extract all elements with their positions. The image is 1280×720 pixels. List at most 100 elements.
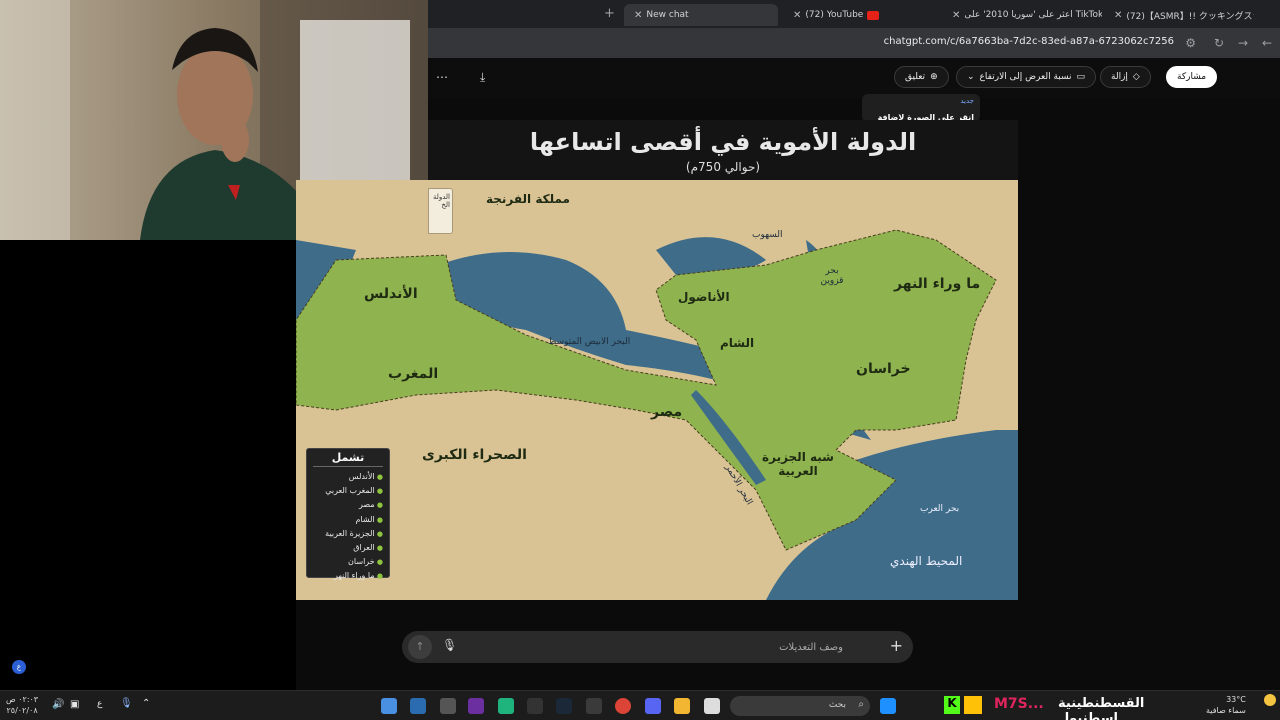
sun-icon (1264, 694, 1276, 706)
reload-icon[interactable]: ↻ (1214, 36, 1224, 50)
microphone-icon[interactable]: 🎙 (442, 638, 457, 652)
more-options-icon[interactable]: ⋯ (436, 70, 448, 84)
app-icon[interactable] (498, 698, 514, 714)
chrome-icon[interactable] (615, 698, 631, 714)
comment-button[interactable]: تعليق ⊕ (894, 66, 949, 88)
tab-label: اعثر على 'سوريا 2010' على TikTok (964, 10, 1102, 20)
folder-icon[interactable] (674, 698, 690, 714)
search-icon: ⌕ (858, 699, 864, 710)
legend-item: الشام (313, 513, 383, 527)
forward-icon[interactable]: → (1238, 36, 1248, 50)
kick-icon: K (944, 696, 960, 714)
add-comment-icon: ⊕ (930, 72, 938, 82)
map-title: الدولة الأموية في أقصى اتساعها (529, 128, 917, 156)
aspect-ratio-icon: ▭ (1076, 72, 1086, 82)
left-panel (0, 240, 296, 690)
search-label: بحث (828, 700, 846, 710)
microphone-icon[interactable]: 🎙 (120, 698, 133, 709)
tab-label: (72)【ASMR】!! クッキングスライム... (1126, 11, 1254, 22)
label-mediterranean: البحر الابيض المتوسط (548, 337, 631, 347)
legend-item: الأندلس (313, 470, 383, 484)
promo-widget[interactable]: K M7S... القسطنطينية اسطنبول (940, 694, 1190, 720)
volume-icon[interactable]: 🔊 (52, 699, 64, 710)
legend-item: المغرب العربي (313, 484, 383, 498)
label-andalus: الأندلس (364, 286, 418, 302)
remove-button[interactable]: إزالة ◇ (1100, 66, 1151, 88)
language-indicator[interactable]: ع (97, 699, 102, 709)
canvas-toolbar: ⋯ ⤓ مشاركة إزالة ◇ ⌄ نسبة العرض إلى الار… (428, 58, 1280, 98)
comment-tooltip: جديد انقر على الصورة لإضافة تعليقات (862, 94, 980, 141)
label-arabian-sea: بحر العرب (920, 504, 960, 514)
new-tab-button[interactable]: + (604, 6, 615, 21)
tab-asmr[interactable]: ✕ (72)【ASMR】!! クッキングスライム... (1104, 4, 1254, 26)
new-badge: جديد (960, 97, 974, 105)
weather-desc: سماء صافية (1206, 706, 1246, 715)
download-icon[interactable]: ⤓ (480, 70, 485, 85)
promo-tag: M7S... (994, 696, 1044, 712)
site-settings-icon[interactable]: ⚙ (1185, 36, 1196, 50)
remove-label: إزالة (1111, 72, 1128, 82)
clock-time: ٠٢:٠٣ ص (6, 695, 39, 704)
tab-label: New chat (646, 10, 689, 20)
back-icon[interactable]: ← (1262, 36, 1272, 50)
app-icon[interactable] (586, 698, 602, 714)
label-frankish: مملكة الفرنجة (486, 192, 570, 206)
address-bar: chatgpt.com/c/6a7663ba-7d2c-83ed-a87a-67… (428, 28, 1280, 58)
clock-date: ٢٥/٠٢/٠٨ (6, 706, 38, 715)
discord-icon[interactable] (645, 698, 661, 714)
app-icon[interactable] (468, 698, 484, 714)
legend-item: مصر (313, 498, 383, 512)
label-indian-ocean: المحيط الهندي (890, 554, 963, 568)
label-steppe: السهوب (752, 230, 783, 240)
comment-label: تعليق (905, 72, 926, 82)
edit-prompt-input[interactable] (472, 637, 843, 657)
weather-temp: 33°C (1226, 695, 1246, 704)
tab-youtube[interactable]: ✕ (72) YouTube (783, 4, 933, 26)
legend-item: ما وراء النهر (313, 569, 383, 583)
close-icon[interactable]: ✕ (952, 10, 960, 21)
send-button[interactable]: ↑ (408, 635, 432, 659)
label-maghreb: المغرب (388, 366, 439, 382)
label-caspian: بحر قزوين (820, 266, 844, 286)
share-label: مشاركة (1177, 72, 1207, 82)
windows-start-icon[interactable] (880, 698, 896, 714)
tab-label: (72) YouTube (805, 10, 864, 20)
youtube-icon (867, 10, 880, 20)
app-icon[interactable] (527, 698, 543, 714)
add-attachment-icon[interactable]: + (890, 636, 903, 655)
close-icon[interactable]: ✕ (634, 10, 642, 21)
chevron-down-icon: ⌄ (967, 72, 975, 82)
eraser-icon: ◇ (1132, 72, 1140, 82)
label-egypt: مصر (651, 404, 683, 420)
taskbar: ٠٢:٠٣ ص ٢٥/٠٢/٠٨ 🔊 ▣ ع 🎙 ⌃ بحث ⌕ K M7S..… (0, 690, 1280, 720)
clock[interactable]: ٠٢:٠٣ ص ٢٥/٠٢/٠٨ (6, 694, 38, 716)
legend-title: تشمل (313, 451, 383, 467)
app-icon[interactable] (381, 698, 397, 714)
tab-tiktok[interactable]: ✕ اعثر على 'سوريا 2010' على TikTok (942, 4, 1102, 26)
partial-title-box: الدولة الخ (428, 188, 453, 234)
keyboard-indicator[interactable]: ع (12, 660, 26, 674)
map-header: الدولة الأموية في أقصى اتساعها (حوالي 75… (428, 120, 1018, 180)
close-icon[interactable]: ✕ (1114, 10, 1122, 21)
edit-prompt: + 🎙 ↑ (402, 631, 913, 663)
close-icon[interactable]: ✕ (793, 10, 801, 21)
app-icon[interactable] (410, 698, 426, 714)
taskbar-search[interactable]: بحث ⌕ (730, 696, 870, 716)
share-button[interactable]: مشاركة (1166, 66, 1218, 88)
url-field[interactable]: chatgpt.com/c/6a7663ba-7d2c-83ed-a87a-67… (884, 36, 1174, 47)
app-icon[interactable] (440, 698, 456, 714)
app-icon[interactable] (704, 698, 720, 714)
label-transoxiana: ما وراء النهر (894, 276, 981, 292)
tab-new-chat[interactable]: ✕ New chat (624, 4, 778, 26)
weather-widget[interactable]: 33°C سماء صافية (1206, 694, 1246, 716)
label-anatolia: الأناضول (678, 290, 730, 304)
steam-icon[interactable] (556, 698, 572, 714)
crown-icon (964, 696, 982, 714)
map-image[interactable]: مملكة الفرنجة الأندلس المغرب الصحراء الك… (296, 180, 1018, 600)
aspect-ratio-button[interactable]: ⌄ نسبة العرض إلى الارتفاع ▭ (956, 66, 1097, 88)
chevron-up-icon[interactable]: ⌃ (142, 698, 150, 709)
map-legend: تشمل الأندلس المغرب العربي مصر الشام الج… (306, 448, 390, 580)
tab-bar: + ✕ New chat ✕ (72) YouTube ✕ اعثر على '… (428, 0, 1280, 28)
network-icon[interactable]: ▣ (70, 699, 79, 710)
legend-item: الجزيرة العربية (313, 527, 383, 541)
